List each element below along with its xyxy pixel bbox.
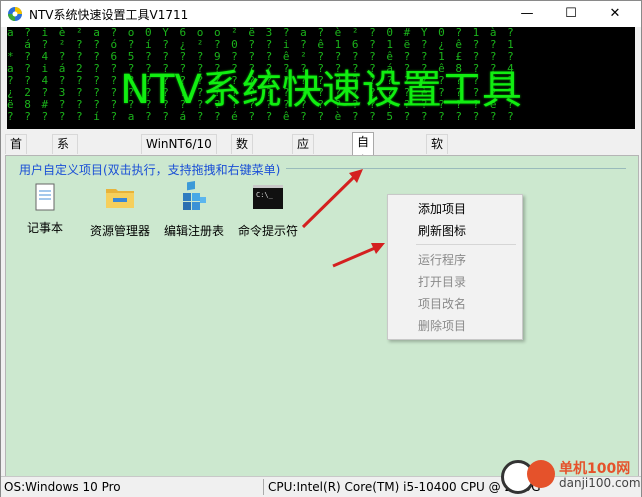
menu-item-refresh-icons[interactable]: 刷新图标: [418, 222, 466, 239]
item-label: 编辑注册表: [163, 224, 224, 238]
item-command-prompt[interactable]: C:\_ 命令提示符: [232, 181, 304, 239]
group-label: 用户自定义项目(双击执行，支持拖拽和右键菜单): [19, 163, 281, 177]
menu-item-open-folder[interactable]: 打开目录: [418, 273, 466, 290]
watermark: 单机100网 danji100.com: [501, 456, 641, 496]
maximize-button[interactable]: ☐: [549, 1, 593, 27]
item-notepad[interactable]: 记事本: [9, 181, 81, 236]
tab-custom-apps[interactable]: 自定义应用: [352, 132, 375, 225]
minimize-button[interactable]: —: [505, 1, 549, 27]
header-banner: a ? i è ² a ? o 0 Y 6 o o ² ë 3 ? a ? è …: [7, 27, 635, 129]
item-explorer[interactable]: 资源管理器: [84, 181, 156, 239]
custom-apps-panel[interactable]: 用户自定义项目(双击执行，支持拖拽和右键菜单) 记事本 资源管理器 编辑注册表 …: [5, 155, 639, 477]
tab-software-info[interactable]: 软件说明: [426, 134, 449, 208]
status-cpu: CPU:Intel(R) Core(TM) i5-10400 CPU @ 2.9…: [263, 479, 541, 495]
registry-icon: [183, 181, 206, 210]
window-title: NTV系统快速设置工具V1711: [29, 8, 189, 22]
status-os: OS:Windows 10 Pro: [4, 480, 121, 494]
watermark-logo-icon: [527, 460, 555, 488]
tab-data-transfer[interactable]: 数据转移: [231, 134, 254, 208]
group-divider: [286, 168, 626, 169]
title-bar[interactable]: NTV系统快速设置工具V1711 — ☐ ✕: [1, 1, 641, 27]
app-icon: [8, 7, 22, 21]
item-registry-editor[interactable]: 编辑注册表: [158, 181, 230, 239]
tab-system-settings[interactable]: 系统设置/工具: [52, 134, 79, 246]
banner-title: NTV系统快速设置工具: [120, 67, 522, 113]
watermark-text: 单机100网: [559, 461, 631, 477]
folder-icon: [106, 189, 134, 208]
menu-item-rename[interactable]: 项目改名: [418, 295, 466, 312]
tab-applications[interactable]: 应用程序: [292, 134, 315, 208]
close-button[interactable]: ✕: [593, 1, 637, 27]
cmd-icon: C:\_: [253, 185, 283, 209]
item-label: 命令提示符: [237, 224, 298, 238]
menu-item-delete[interactable]: 删除项目: [418, 317, 466, 334]
tab-winnt-settings[interactable]: WinNT6/10设置: [141, 134, 217, 170]
tab-home[interactable]: 首页: [5, 134, 28, 170]
menu-separator: [416, 244, 516, 245]
notepad-icon: [29, 181, 61, 213]
context-menu: 添加项目 刷新图标 运行程序 打开目录 项目改名 删除项目: [387, 194, 523, 340]
item-label: 资源管理器: [89, 224, 150, 238]
main-window: NTV系统快速设置工具V1711 — ☐ ✕ a ? i è ² a ? o 0…: [0, 0, 642, 497]
item-label: 记事本: [26, 221, 63, 235]
svg-text:C:\_: C:\_: [256, 191, 274, 199]
menu-item-add[interactable]: 添加项目: [418, 200, 466, 217]
menu-item-run[interactable]: 运行程序: [418, 251, 466, 268]
watermark-url: danji100.com: [559, 476, 641, 490]
